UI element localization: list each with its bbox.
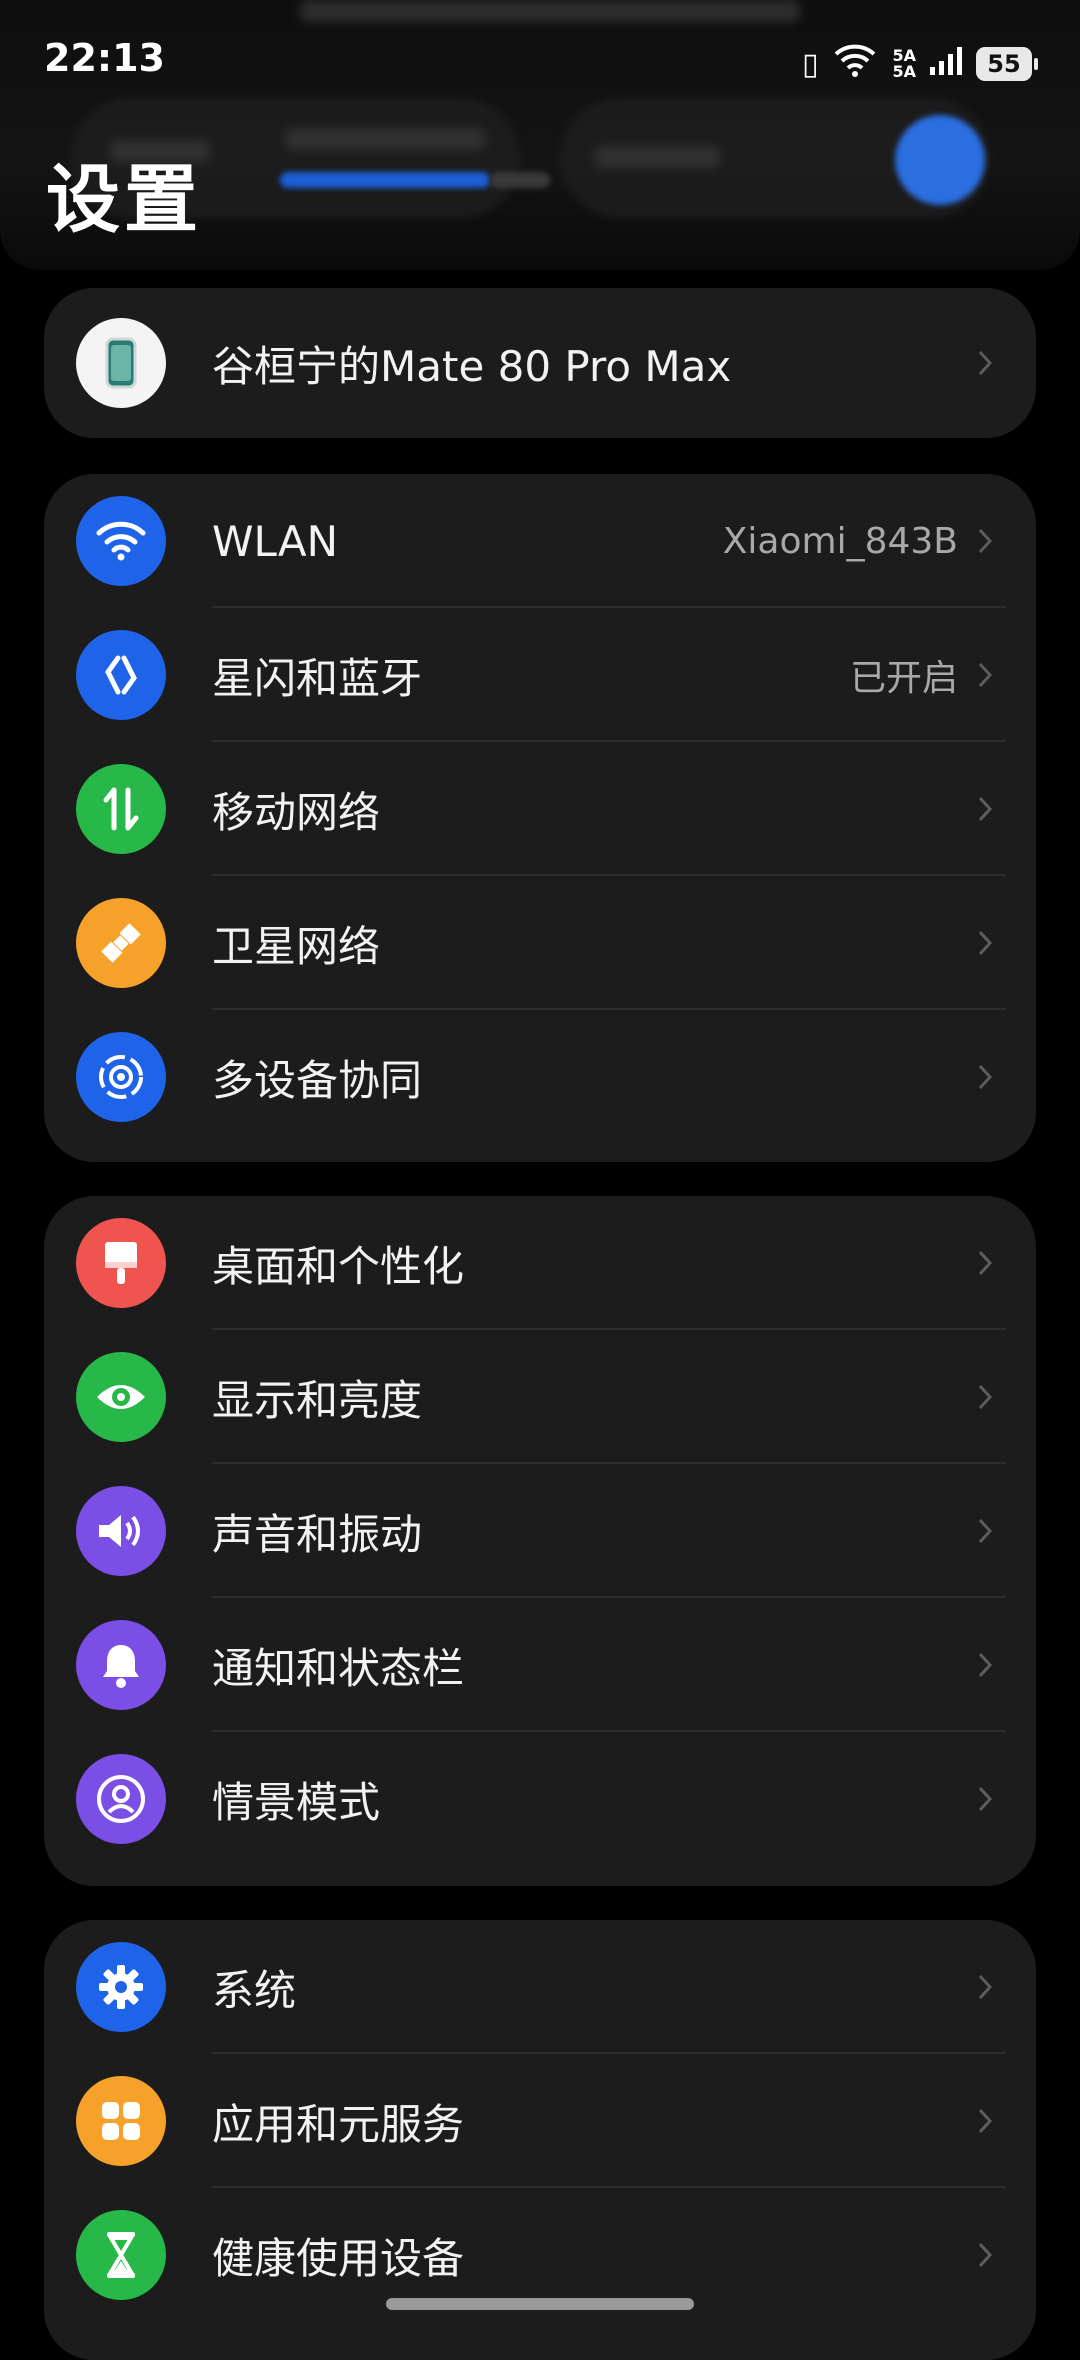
chevron-right-icon xyxy=(978,1786,993,1812)
eye-icon xyxy=(76,1352,166,1442)
chevron-right-icon xyxy=(978,1974,993,2000)
settings-row-satellite[interactable]: 卫星网络 xyxy=(44,876,1036,1010)
chevron-right-icon xyxy=(978,662,993,688)
settings-row-label: 声音和振动 xyxy=(212,1509,423,1559)
settings-row-desktop[interactable]: 桌面和个性化 xyxy=(44,1196,1036,1330)
settings-row-label: 通知和状态栏 xyxy=(212,1643,465,1693)
settings-row-wlan[interactable]: WLAN Xiaomi_843B xyxy=(44,474,1036,608)
blurred-progress-track xyxy=(490,172,550,188)
system-card: 系统 应用和元服务 健康使用设备 xyxy=(44,1920,1036,2360)
hourglass-icon xyxy=(76,2210,166,2300)
blurred-find-icon xyxy=(895,115,985,205)
wlan-status-value: Xiaomi_843B xyxy=(722,520,958,562)
page-title: 设置 xyxy=(46,157,202,243)
blurred-text xyxy=(285,128,485,150)
wifi-icon xyxy=(76,496,166,586)
satellite-icon xyxy=(76,898,166,988)
sim2-label: 5A xyxy=(892,62,916,81)
home-indicator[interactable] xyxy=(386,2298,694,2310)
signal-icon xyxy=(930,45,962,83)
chevron-right-icon xyxy=(978,1652,993,1678)
settings-row-label: WLAN xyxy=(212,516,339,566)
chevron-right-icon xyxy=(978,2242,993,2268)
settings-row-label: 系统 xyxy=(212,1965,297,2015)
bluetooth-status-value: 已开启 xyxy=(849,658,958,699)
mobile-data-icon xyxy=(76,764,166,854)
settings-row-label: 情景模式 xyxy=(212,1777,381,1827)
settings-row-notifications[interactable]: 通知和状态栏 xyxy=(44,1598,1036,1732)
status-icons: ▯ 5A 5A 55 xyxy=(801,42,1038,86)
chevron-right-icon xyxy=(978,1250,993,1276)
settings-row-label: 多设备协同 xyxy=(212,1055,423,1105)
chevron-right-icon xyxy=(978,528,993,554)
blurred-text xyxy=(595,146,720,168)
chevron-right-icon xyxy=(978,1064,993,1090)
status-bar: 22:13 ▯ 5A 5A 55 xyxy=(0,36,1080,96)
chevron-right-icon xyxy=(978,1384,993,1410)
settings-row-label: 星闪和蓝牙 xyxy=(212,653,423,703)
chevron-right-icon xyxy=(978,2108,993,2134)
vibrate-icon: ▯ xyxy=(801,46,819,82)
gear-icon xyxy=(76,1942,166,2032)
settings-row-multi-device[interactable]: 多设备协同 xyxy=(44,1010,1036,1144)
settings-row-sound[interactable]: 声音和振动 xyxy=(44,1464,1036,1598)
brush-icon xyxy=(76,1218,166,1308)
profile-mode-icon xyxy=(76,1754,166,1844)
settings-row-system[interactable]: 系统 xyxy=(44,1920,1036,2054)
status-time: 22:13 xyxy=(44,36,165,80)
connectivity-card: WLAN Xiaomi_843B 星闪和蓝牙 已开启 移动网络 卫星网络 多设备… xyxy=(44,474,1036,1162)
cellular-labels: 5A 5A xyxy=(892,48,916,80)
chevron-right-icon xyxy=(978,796,993,822)
speaker-icon xyxy=(76,1486,166,1576)
bell-icon xyxy=(76,1620,166,1710)
settings-row-apps[interactable]: 应用和元服务 xyxy=(44,2054,1036,2188)
phone-icon xyxy=(76,318,166,408)
settings-row-bluetooth[interactable]: 星闪和蓝牙 已开启 xyxy=(44,608,1036,742)
settings-row-mobile-network[interactable]: 移动网络 xyxy=(44,742,1036,876)
device-row[interactable]: 谷桓宁的Mate 80 Pro Max xyxy=(44,288,1036,438)
settings-row-label: 健康使用设备 xyxy=(212,2233,465,2283)
apps-icon xyxy=(76,2076,166,2166)
wifi-status-icon xyxy=(832,42,878,86)
device-name: 谷桓宁的Mate 80 Pro Max xyxy=(212,341,732,391)
blurred-text xyxy=(300,0,800,22)
settings-row-label: 显示和亮度 xyxy=(212,1375,423,1425)
blurred-progress xyxy=(280,172,490,188)
chevron-right-icon xyxy=(978,1518,993,1544)
multi-device-icon xyxy=(76,1032,166,1122)
settings-row-label: 卫星网络 xyxy=(212,921,381,971)
chevron-right-icon xyxy=(978,350,993,376)
personalization-card: 桌面和个性化 显示和亮度 声音和振动 通知和状态栏 情景模式 xyxy=(44,1196,1036,1886)
battery-icon: 55 xyxy=(976,47,1038,81)
bluetooth-icon xyxy=(76,630,166,720)
device-card[interactable]: 谷桓宁的Mate 80 Pro Max xyxy=(44,288,1036,438)
settings-row-label: 应用和元服务 xyxy=(212,2099,465,2149)
settings-row-display[interactable]: 显示和亮度 xyxy=(44,1330,1036,1464)
chevron-right-icon xyxy=(978,930,993,956)
settings-row-label: 移动网络 xyxy=(212,787,381,837)
settings-row-scene-mode[interactable]: 情景模式 xyxy=(44,1732,1036,1866)
settings-row-label: 桌面和个性化 xyxy=(212,1241,465,1291)
